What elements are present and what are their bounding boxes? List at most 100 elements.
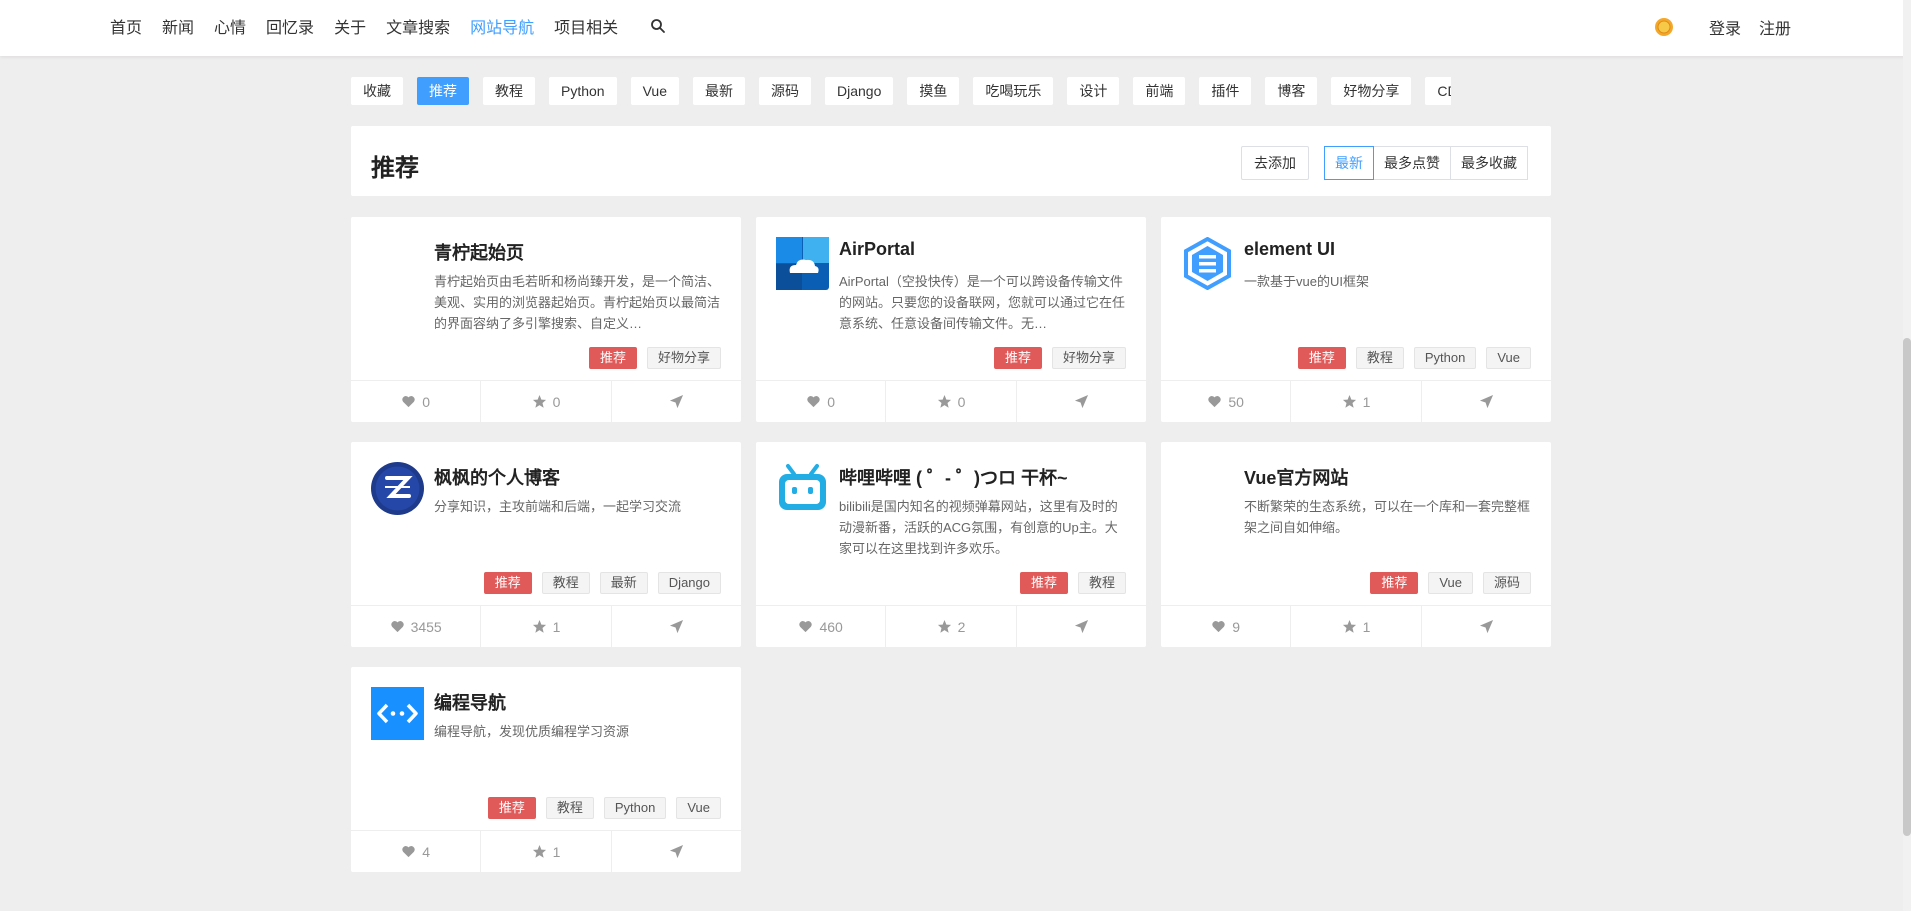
star-icon	[1342, 394, 1356, 408]
tag[interactable]: 源码	[1482, 572, 1531, 594]
tag[interactable]: 好物分享	[1051, 347, 1126, 369]
category-tab-slacking[interactable]: 摸鱼	[907, 77, 960, 105]
site-title[interactable]: AirPortal	[839, 239, 915, 260]
category-tab-latest[interactable]: 最新	[692, 77, 745, 105]
site-title[interactable]: 哔哩哔哩 ( ゜- ゜)つロ 干杯~	[839, 464, 1068, 490]
visit-button[interactable]	[612, 606, 741, 647]
like-button[interactable]: 0	[351, 381, 482, 422]
login-link[interactable]: 登录	[1709, 15, 1741, 39]
like-count: 3455	[410, 618, 442, 635]
card-footer: 3455 1	[351, 605, 741, 647]
like-count: 460	[819, 618, 843, 635]
tag[interactable]: 推荐	[588, 347, 637, 369]
like-button[interactable]: 9	[1161, 606, 1292, 647]
tag[interactable]: 好物分享	[646, 347, 721, 369]
visit-button[interactable]	[612, 381, 741, 422]
category-tab-django[interactable]: Django	[824, 77, 894, 105]
favorite-button[interactable]: 1	[1291, 381, 1422, 422]
visit-button[interactable]	[1422, 606, 1551, 647]
nav-item-mood[interactable]: 心情	[214, 14, 246, 38]
tag[interactable]: 推荐	[993, 347, 1042, 369]
site-title[interactable]: 枫枫的个人博客	[434, 464, 560, 490]
tag[interactable]: 最新	[599, 572, 648, 594]
add-site-button[interactable]: 去添加	[1241, 146, 1309, 180]
site-title[interactable]: 编程导航	[434, 689, 506, 715]
site-title[interactable]: 青柠起始页	[434, 239, 524, 265]
category-tab-cdn[interactable]: CDN分享	[1425, 77, 1451, 105]
register-link[interactable]: 注册	[1759, 15, 1791, 39]
sort-most-favorites-button[interactable]: 最多收藏	[1450, 146, 1528, 180]
tag[interactable]: Vue	[1486, 347, 1531, 369]
visit-button[interactable]	[612, 831, 741, 872]
tag[interactable]: 推荐	[487, 797, 536, 819]
like-button[interactable]: 50	[1161, 381, 1292, 422]
category-tab-python[interactable]: Python	[549, 77, 617, 105]
like-button[interactable]: 460	[756, 606, 887, 647]
send-icon	[1074, 394, 1088, 409]
nav-item-memoir[interactable]: 回忆录	[266, 14, 314, 38]
category-tab-tutorial[interactable]: 教程	[483, 77, 535, 105]
favorite-button[interactable]: 1	[481, 831, 612, 872]
visit-button[interactable]	[1422, 381, 1551, 422]
tag[interactable]: 教程	[1077, 572, 1126, 594]
category-tab-vue[interactable]: Vue	[630, 77, 679, 105]
site-description: 编程导航，发现优质编程学习资源	[434, 724, 630, 739]
nav-item-home[interactable]: 首页	[110, 14, 142, 38]
site-card[interactable]: 编程导航 编程导航，发现优质编程学习资源 推荐 教程 Python Vue 4 …	[351, 667, 741, 872]
category-tab-design[interactable]: 设计	[1067, 77, 1120, 105]
scrollbar-thumb[interactable]	[1903, 338, 1911, 836]
site-title[interactable]: element UI	[1244, 239, 1335, 260]
favorite-button[interactable]: 2	[886, 606, 1017, 647]
favorite-count: 1	[1362, 393, 1371, 410]
site-card[interactable]: 哔哩哔哩 ( ゜- ゜)つロ 干杯~ bilibili是国内知名的视频弹幕网站，…	[756, 442, 1146, 647]
tag[interactable]: 推荐	[483, 572, 532, 594]
sort-latest-button[interactable]: 最新	[1324, 146, 1374, 180]
tag[interactable]: Python	[1413, 347, 1477, 369]
favorite-button[interactable]: 1	[481, 606, 612, 647]
category-tab-blog[interactable]: 博客	[1265, 77, 1318, 105]
nav-item-about[interactable]: 关于	[334, 14, 366, 38]
theme-toggle-sun-icon[interactable]	[1653, 16, 1675, 38]
search-icon[interactable]	[650, 18, 666, 34]
tag[interactable]: 教程	[1355, 347, 1404, 369]
tag[interactable]: Vue	[676, 797, 721, 819]
site-card[interactable]: AirPortal AirPortal（空投快传）是一个可以跨设备传输文件的网站…	[756, 217, 1146, 422]
site-title[interactable]: Vue官方网站	[1244, 464, 1348, 490]
category-tab-frontend[interactable]: 前端	[1133, 77, 1186, 105]
category-tab-plugins[interactable]: 插件	[1199, 77, 1252, 105]
category-tab-recommended[interactable]: 推荐	[417, 77, 469, 105]
category-tab-source[interactable]: 源码	[758, 77, 811, 105]
card-footer: 9 1	[1161, 605, 1551, 647]
category-tab-goods[interactable]: 好物分享	[1331, 77, 1412, 105]
tag[interactable]: 推荐	[1370, 572, 1419, 594]
tag[interactable]: Python	[603, 797, 667, 819]
nav-item-article-search[interactable]: 文章搜索	[386, 14, 450, 38]
favorite-button[interactable]: 0	[481, 381, 612, 422]
site-card[interactable]: Vue官方网站 不断繁荣的生态系统，可以在一个库和一套完整框架之间自如伸缩。 推…	[1161, 442, 1551, 647]
tag[interactable]: 推荐	[1019, 572, 1068, 594]
tag[interactable]: 推荐	[1297, 347, 1346, 369]
site-card[interactable]: 枫枫的个人博客 分享知识，主攻前端和后端，一起学习交流 推荐 教程 最新 Dja…	[351, 442, 741, 647]
visit-button[interactable]	[1017, 381, 1146, 422]
top-navbar: 首页 新闻 心情 回忆录 关于 文章搜索 网站导航 项目相关 登录 注册	[0, 0, 1911, 56]
nav-item-site-nav[interactable]: 网站导航	[470, 14, 534, 38]
favorite-button[interactable]: 1	[1291, 606, 1422, 647]
visit-button[interactable]	[1017, 606, 1146, 647]
site-card[interactable]: 青柠起始页 青柠起始页由毛若昕和杨尚臻开发，是一个简洁、美观、实用的浏览器起始页…	[351, 217, 741, 422]
like-button[interactable]: 0	[756, 381, 887, 422]
like-button[interactable]: 4	[351, 831, 482, 872]
sort-most-likes-button[interactable]: 最多点赞	[1373, 146, 1451, 180]
category-tab-food-fun[interactable]: 吃喝玩乐	[973, 77, 1054, 105]
tag[interactable]: 教程	[545, 797, 594, 819]
like-button[interactable]: 3455	[351, 606, 482, 647]
page-scrollbar[interactable]	[1903, 0, 1911, 911]
tag[interactable]: 教程	[541, 572, 590, 594]
tag[interactable]: Vue	[1428, 572, 1473, 594]
blog-logo-icon	[371, 462, 424, 515]
nav-item-news[interactable]: 新闻	[162, 14, 194, 38]
favorite-button[interactable]: 0	[886, 381, 1017, 422]
category-tab-favorites[interactable]: 收藏	[351, 77, 403, 105]
nav-item-projects[interactable]: 项目相关	[554, 14, 618, 38]
site-card[interactable]: element UI 一款基于vue的UI框架 推荐 教程 Python Vue…	[1161, 217, 1551, 422]
tag[interactable]: Django	[657, 572, 721, 594]
